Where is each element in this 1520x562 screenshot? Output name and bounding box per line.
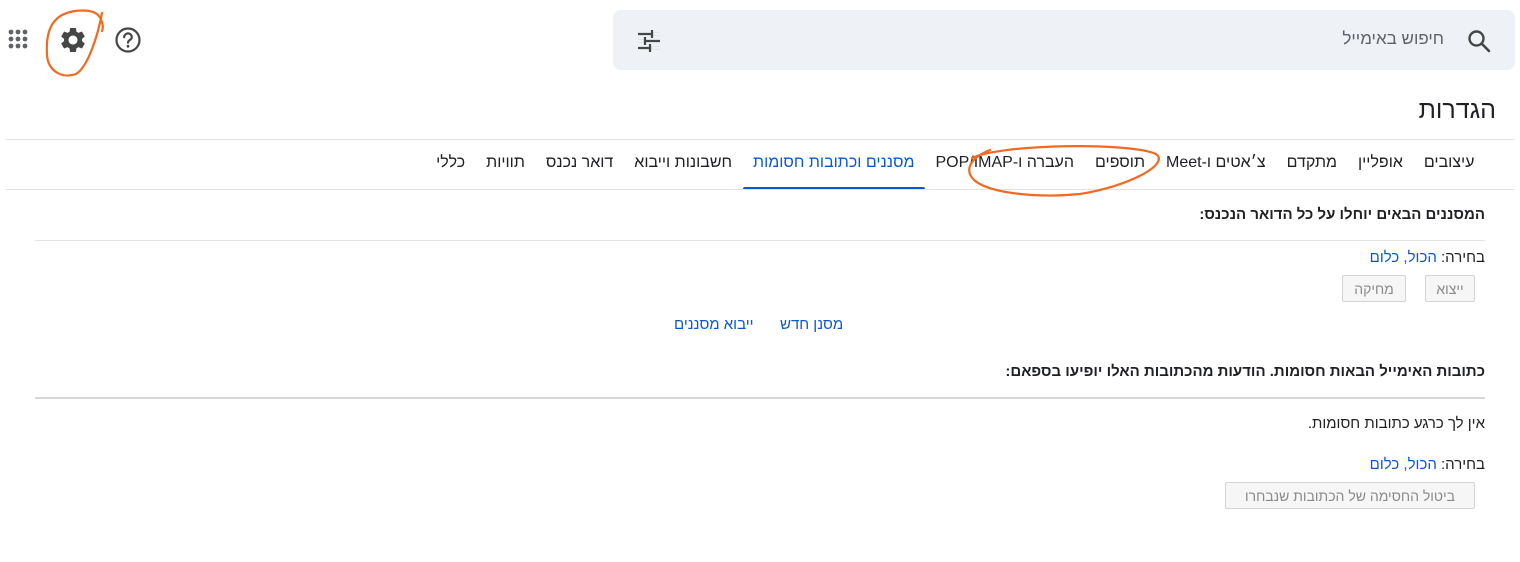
filters-heading: המסננים הבאים יוחלו על כל הדואר הנכנס:	[1199, 206, 1485, 223]
search-input[interactable]: חיפוש באימייל	[1342, 29, 1444, 49]
tab-6[interactable]: תוספים	[1085, 140, 1156, 190]
select-none-link[interactable]: כלום	[1370, 249, 1400, 266]
tab-5[interactable]: העברה ו-POP/IMAP	[925, 140, 1085, 190]
gear-icon[interactable]	[58, 25, 88, 55]
select-label: בחירה:	[1441, 456, 1485, 473]
tab-1[interactable]: תוויות	[476, 140, 536, 190]
divider	[5, 189, 1515, 190]
divider	[35, 397, 1485, 399]
tune-icon[interactable]	[635, 27, 663, 55]
filters-select-row: בחירה: הכול, כלום	[1370, 249, 1485, 266]
select-separator: ,	[1399, 249, 1408, 266]
select-separator: ,	[1399, 456, 1408, 473]
select-all-link[interactable]: הכול	[1408, 249, 1437, 266]
tab-2[interactable]: דואר נכנס	[535, 140, 623, 190]
tab-9[interactable]: אופליין	[1347, 140, 1413, 190]
new-filter-link[interactable]: מסנן חדש	[780, 316, 843, 333]
blocked-heading: כתובות האימייל הבאות חסומות. הודעות מהכת…	[1005, 363, 1485, 380]
select-none-link[interactable]: כלום	[1370, 456, 1400, 473]
tab-7[interactable]: צ׳אטים ו-Meet	[1156, 140, 1277, 190]
blocked-select-row: בחירה: הכול, כלום	[1370, 456, 1485, 473]
tab-10[interactable]: עיצובים	[1413, 140, 1485, 190]
import-filters-link[interactable]: ייבוא מסננים	[674, 316, 754, 333]
settings-tabs: כללי תוויות דואר נכנס חשבונות וייבוא מסננים …	[426, 140, 1485, 190]
tab-4[interactable]: מסננים וכתובות חסומות	[742, 140, 926, 190]
search-icon[interactable]	[1466, 28, 1492, 54]
blocked-empty-text: אין לך כרגע כתובות חסומות.	[1307, 415, 1485, 432]
search-bar[interactable]: חיפוש באימייל	[613, 10, 1515, 70]
tab-0[interactable]: כללי	[426, 140, 476, 190]
page-title: הגדרות	[1418, 96, 1496, 124]
tab-3[interactable]: חשבונות וייבוא	[624, 140, 743, 190]
apps-grid-icon[interactable]	[5, 25, 35, 55]
export-button[interactable]: ייצוא	[1425, 275, 1475, 302]
help-icon[interactable]	[113, 25, 143, 55]
unblock-selected-button[interactable]: ביטול החסימה של הכתובות שנבחרו	[1225, 482, 1475, 509]
tab-8[interactable]: מתקדם	[1276, 140, 1347, 190]
delete-button[interactable]: מחיקה	[1342, 275, 1406, 302]
select-all-link[interactable]: הכול	[1408, 456, 1437, 473]
select-label: בחירה:	[1441, 249, 1485, 266]
divider	[35, 240, 1485, 241]
